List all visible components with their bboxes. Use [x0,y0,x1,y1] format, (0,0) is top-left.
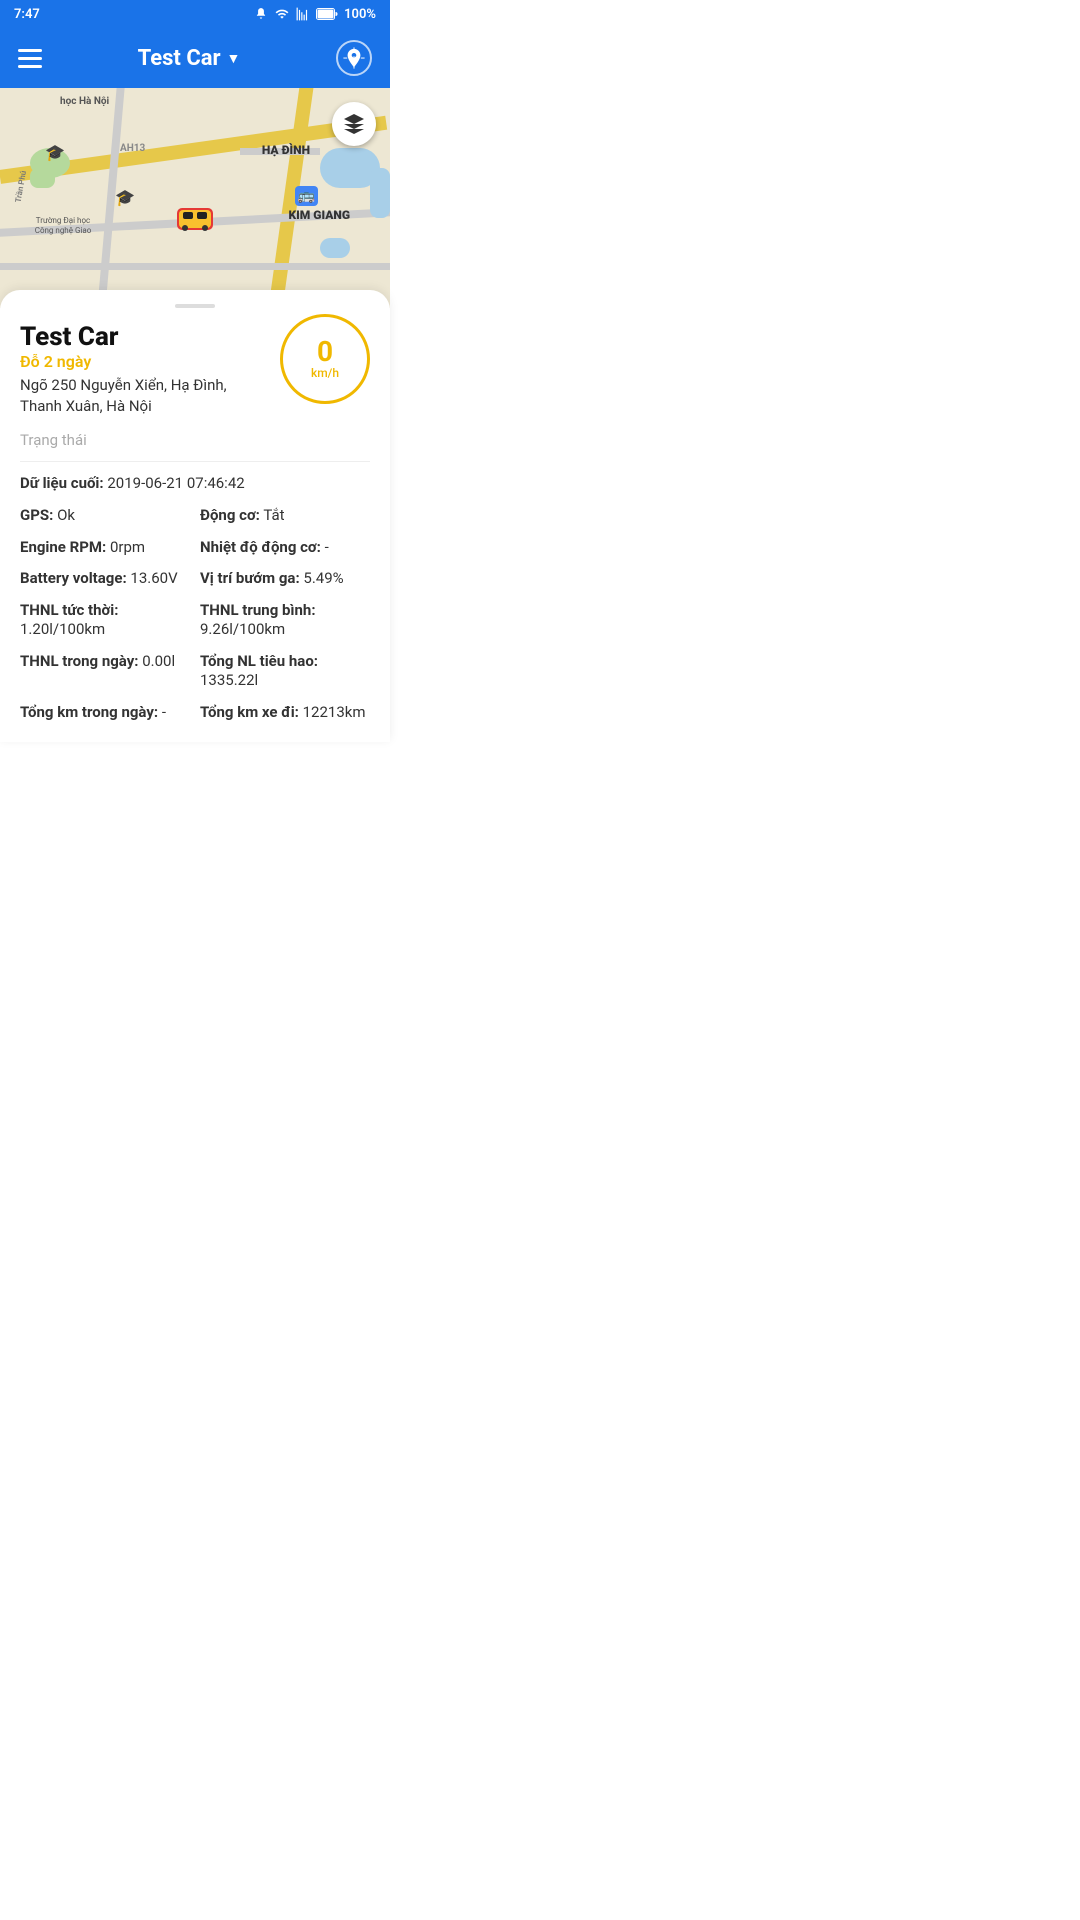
data-item: Tổng km trong ngày: - [20,703,190,723]
data-grid: GPS: Ok Động cơ: Tắt Engine RPM: 0rpm Nhiệt… [20,506,370,722]
last-data-value: 2019-06-21 07:46:42 [107,474,244,492]
signal-icon [296,7,310,21]
hamburger-menu[interactable] [18,49,42,68]
data-item: THNL tức thời: 1.20l/100km [20,601,190,640]
map-label-kimgiang: KIM GIANG [289,208,351,222]
layer-icon [342,112,366,136]
map-label-ah13: AH13 [120,143,145,154]
data-item: Tổng NL tiêu hao: 1335.22l [200,652,370,691]
data-section: Dữ liệu cuối: 2019-06-21 07:46:42 GPS: O… [20,462,370,722]
info-panel: Test Car Đỗ 2 ngày Ngõ 250 Nguyễn Xiển, … [0,290,390,742]
vehicle-marker [175,206,211,230]
last-data-row: Dữ liệu cuối: 2019-06-21 07:46:42 [20,474,370,492]
top-bar: Test Car ▼ [0,28,390,88]
car-address: Ngõ 250 Nguyễn Xiển, Hạ Đình, Thanh Xuân… [20,375,260,417]
car-name: Test Car [20,322,260,352]
title-dropdown-arrow: ▼ [227,50,241,67]
speed-unit: km/h [311,366,339,380]
data-item: Nhiệt độ động cơ: - [200,538,370,558]
speed-indicator: 0 km/h [280,314,370,404]
map-blue-river [370,168,390,218]
data-item: THNL trong ngày: 0.00l [20,652,190,691]
battery-percent: 100% [344,7,376,22]
battery-icon [316,8,338,20]
layer-toggle-button[interactable] [332,102,376,146]
location-button[interactable] [336,40,372,76]
map-label-hanoi: học Hà Nội [60,96,109,107]
data-item: Battery voltage: 13.60V [20,569,190,589]
status-time: 7:47 [14,7,40,22]
last-data-label: Dữ liệu cuối: [20,474,104,492]
map-label-hadin: HẠ ĐÌNH [262,143,310,157]
data-item: Tổng km xe đi: 12213km [200,703,370,723]
road-gray-3 [0,263,390,270]
car-title-block: Test Car Đỗ 2 ngày Ngõ 250 Nguyễn Xiển, … [20,322,260,417]
wifi-icon [274,7,290,21]
data-item: Động cơ: Tắt [200,506,370,526]
data-item: THNL trung bình: 9.26l/100km [200,601,370,640]
bus-stop-icon: 🚌 [295,186,318,206]
map-label-truong: Trường Đại học Công nghệ Giao [28,216,98,237]
data-item: Vị trí bướm ga: 5.49% [200,569,370,589]
speed-value: 0 [317,338,333,366]
alarm-icon [254,7,268,21]
vehicle-title: Test Car [138,46,221,71]
car-status: Đỗ 2 ngày [20,352,260,371]
data-item: Engine RPM: 0rpm [20,538,190,558]
status-bar: 7:47 100% [0,0,390,28]
top-bar-title-area[interactable]: Test Car ▼ [138,46,241,71]
map-pin-2: 🎓 [115,188,135,207]
location-target-icon [343,47,365,69]
map-blue-water2 [320,238,350,258]
panel-handle[interactable] [175,304,215,308]
map-pin-1: 🎓 [45,143,65,162]
car-title-row: Test Car Đỗ 2 ngày Ngõ 250 Nguyễn Xiển, … [20,322,370,417]
status-icons: 100% [254,7,376,22]
status-label: Trạng thái [20,431,370,462]
map-green-area2 [30,168,55,188]
data-item: GPS: Ok [20,506,190,526]
map-view[interactable]: học Hà Nội AH13 HẠ ĐÌNH KIM GIANG Trần P… [0,88,390,308]
